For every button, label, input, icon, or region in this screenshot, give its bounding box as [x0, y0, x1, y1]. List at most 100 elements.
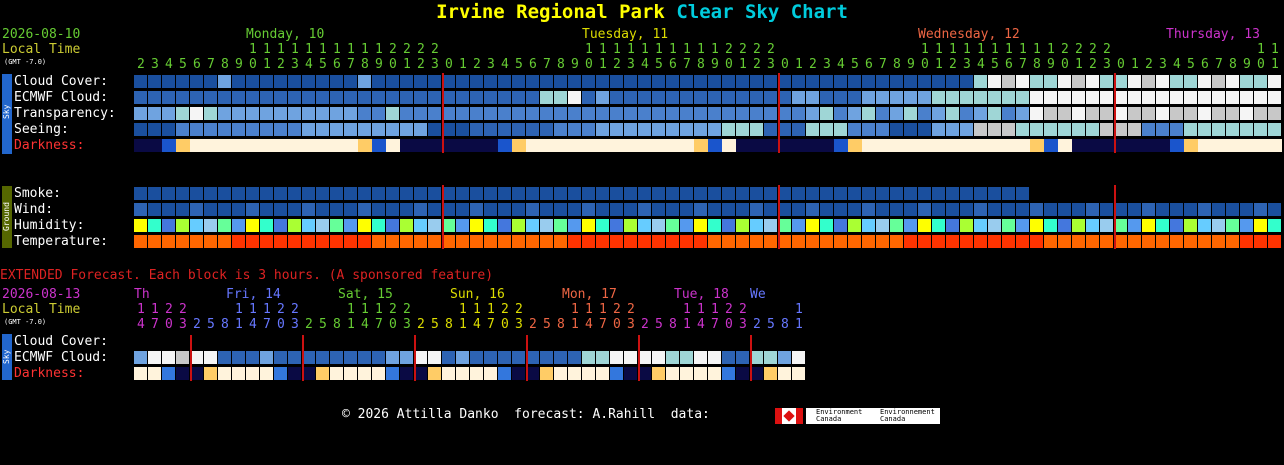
cell-transp [596, 107, 609, 120]
cell-dark [512, 139, 526, 152]
cell-dark [918, 139, 932, 152]
cell-eecmwf [666, 351, 679, 364]
cell-seeing [148, 123, 161, 136]
cell-dark [1268, 139, 1282, 152]
cell-seeing [610, 123, 623, 136]
cell-ecmwf [246, 91, 259, 104]
extended-hour-ones: 7 [263, 317, 271, 332]
cell-smoke [554, 187, 567, 200]
extended-hour-ones: 4 [249, 317, 257, 332]
footer-credit: © 2026 Attilla Danko forecast: A.Rahill … [342, 407, 710, 422]
cell-seeing [302, 123, 315, 136]
cell-seeing [498, 123, 511, 136]
cell-edark [204, 367, 217, 380]
cell-transp [988, 107, 1001, 120]
extended-hour-tens: 1 [361, 302, 369, 317]
hour-tens: 1 [305, 42, 313, 57]
sky-sidebar: Sky [2, 74, 12, 154]
day-divider [442, 185, 444, 249]
cell-transp [568, 107, 581, 120]
cell-seeing [176, 123, 189, 136]
cell-cloud [652, 75, 665, 88]
cell-smoke [274, 187, 287, 200]
cell-transp [526, 107, 539, 120]
cell-transp [246, 107, 259, 120]
cell-ecmwf [1058, 91, 1071, 104]
cell-cloud [372, 75, 385, 88]
cell-hum [764, 219, 777, 232]
cell-seeing [1002, 123, 1015, 136]
cell-temp [820, 235, 833, 248]
cell-dark [414, 139, 428, 152]
cell-hum [1212, 219, 1225, 232]
cell-seeing [1100, 123, 1113, 136]
cell-temp [1100, 235, 1113, 248]
cell-temp [624, 235, 637, 248]
hour-ones: 1 [263, 57, 271, 72]
cell-temp [260, 235, 273, 248]
hour-tens: 1 [963, 42, 971, 57]
cell-transp [554, 107, 567, 120]
hour-tens: 2 [431, 42, 439, 57]
cell-smoke [932, 187, 945, 200]
hour-tens: 1 [683, 42, 691, 57]
cell-dark [358, 139, 372, 152]
cell-hum [918, 219, 931, 232]
cell-cloud [988, 75, 1001, 88]
cell-cloud [918, 75, 931, 88]
cell-cloud [624, 75, 637, 88]
extended-hour-tens: 2 [165, 302, 173, 317]
cell-hum [582, 219, 595, 232]
cell-dark [694, 139, 708, 152]
hour-ones: 2 [1145, 57, 1153, 72]
cell-hum [666, 219, 679, 232]
cell-seeing [526, 123, 539, 136]
extended-hour-ones: 0 [389, 317, 397, 332]
row-label-smoke: Smoke: [14, 186, 61, 201]
canada-flag-icon [775, 408, 803, 424]
cell-dark [610, 139, 624, 152]
cell-hum [862, 219, 875, 232]
cell-dark [246, 139, 260, 152]
cell-cloud [190, 75, 203, 88]
day-label: Tuesday, 11 [582, 27, 669, 42]
cell-transp [1002, 107, 1015, 120]
cell-wind [1254, 203, 1267, 216]
hour-ones: 0 [1061, 57, 1069, 72]
cell-temp [316, 235, 329, 248]
cell-ecmwf [1128, 91, 1141, 104]
cell-seeing [1072, 123, 1085, 136]
hour-ones: 9 [235, 57, 243, 72]
extended-hour-ones: 1 [347, 317, 355, 332]
hour-ones: 3 [291, 57, 299, 72]
cell-transp [1100, 107, 1113, 120]
cell-dark [708, 139, 722, 152]
cell-edark [176, 367, 189, 380]
cell-ecmwf [610, 91, 623, 104]
cell-wind [582, 203, 595, 216]
cell-dark [960, 139, 974, 152]
cell-seeing [988, 123, 1001, 136]
cell-ecmwf [1044, 91, 1057, 104]
cell-ecmwf [484, 91, 497, 104]
hour-ones: 1 [935, 57, 943, 72]
cell-edark [442, 367, 455, 380]
hour-ones: 1 [795, 57, 803, 72]
hour-ones: 8 [221, 57, 229, 72]
cell-dark [568, 139, 582, 152]
cell-edark [652, 367, 665, 380]
cell-cloud [274, 75, 287, 88]
cell-ecmwf [274, 91, 287, 104]
hour-ones: 4 [501, 57, 509, 72]
cell-wind [848, 203, 861, 216]
cell-ecmwf [1030, 91, 1043, 104]
cell-seeing [1058, 123, 1071, 136]
cell-dark [1058, 139, 1072, 152]
cell-seeing [218, 123, 231, 136]
cell-temp [876, 235, 889, 248]
hour-ones: 6 [529, 57, 537, 72]
extended-day-label: Mon, 17 [562, 287, 617, 302]
cell-dark [232, 139, 246, 152]
hour-ones: 4 [977, 57, 985, 72]
cell-hum [274, 219, 287, 232]
